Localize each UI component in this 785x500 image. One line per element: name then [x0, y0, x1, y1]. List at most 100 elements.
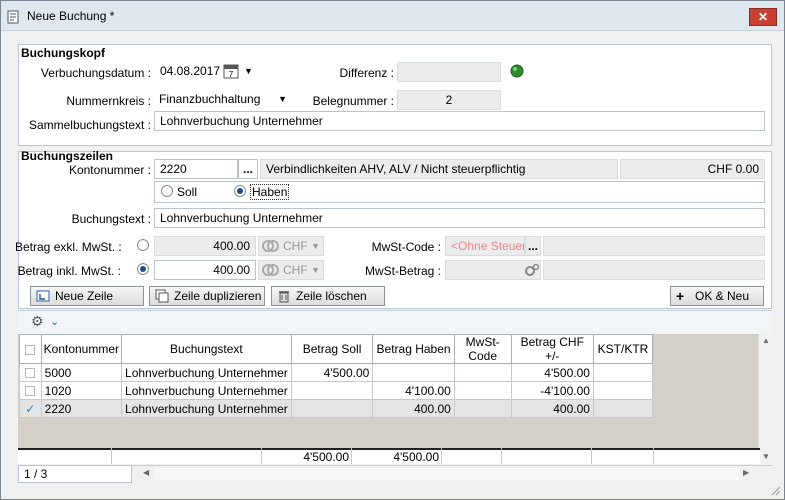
ok-neu-button[interactable]: + OK & Neu: [670, 286, 764, 306]
vertical-scrollbar[interactable]: ▲ ▼: [758, 334, 772, 464]
window-title: Neue Buchung *: [27, 9, 115, 23]
chevron-down-icon[interactable]: ▼: [244, 66, 253, 76]
soll-cell: [290, 399, 374, 418]
row-checkbox-cell[interactable]: [19, 363, 42, 382]
table-row[interactable]: 1020 Lohnverbuchung Unternehmer 4'100.00…: [19, 381, 654, 400]
konto-cell: 2220: [40, 399, 123, 418]
gear-icon[interactable]: ⚙: [31, 313, 44, 330]
totals-divider: [591, 448, 592, 464]
totals-divider: [111, 448, 112, 464]
soll-cell: [290, 381, 374, 400]
mwst-browse-button[interactable]: ...: [525, 236, 541, 256]
horizontal-scrollbar[interactable]: [154, 468, 739, 480]
betrag-exkl-field: 400.00: [154, 236, 256, 256]
mwst-code-label: MwSt-Code :: [371, 240, 441, 254]
checkbox[interactable]: [25, 368, 36, 379]
close-button[interactable]: ✕: [749, 8, 777, 26]
plus-icon: +: [676, 288, 685, 304]
title-bar: Neue Buchung * ✕: [1, 1, 784, 31]
total-soll: 4'500.00: [303, 450, 349, 464]
checkbox[interactable]: [25, 386, 36, 397]
text-cell: Lohnverbuchung Unternehmer: [121, 381, 292, 400]
belegnummer-label: Belegnummer :: [312, 94, 394, 108]
kontonummer-field[interactable]: 2220: [154, 159, 238, 179]
soll-cell: 4'500.00: [290, 363, 374, 382]
total-haben: 4'500.00: [393, 450, 439, 464]
column-header[interactable]: Betrag CHF +/-: [510, 334, 594, 364]
duplicate-icon: [155, 289, 169, 303]
table-row[interactable]: ✓ 2220 Lohnverbuchung Unternehmer 400.00…: [19, 399, 654, 418]
status-light-icon: [510, 64, 524, 78]
differenz-field: [397, 62, 501, 82]
calendar-icon[interactable]: 7: [223, 63, 239, 79]
soll-label: Soll: [177, 185, 198, 199]
scroll-right-icon[interactable]: ▶: [743, 468, 749, 477]
text-cell: Lohnverbuchung Unternehmer: [121, 363, 292, 382]
trash-icon: [279, 291, 289, 303]
kst-cell: [592, 381, 654, 400]
ok-neu-label: OK & Neu: [695, 289, 750, 303]
mwst-betrag-label: MwSt-Betrag :: [364, 264, 441, 278]
row-checkbox-cell[interactable]: [19, 381, 42, 400]
betrag-inkl-field[interactable]: 400.00: [154, 260, 256, 280]
column-header[interactable]: Betrag Soll: [290, 334, 374, 364]
konto-description: Verbindlichkeiten AHV, ALV / Nicht steue…: [260, 159, 618, 179]
totals-divider: [261, 448, 262, 464]
chevron-down-icon: ▼: [311, 265, 320, 275]
zeile-duplizieren-button[interactable]: Zeile duplizieren: [149, 286, 265, 306]
zeile-loeschen-button[interactable]: Zeile löschen: [271, 286, 385, 306]
sammelbuchungstext-label: Sammelbuchungstext :: [28, 118, 151, 132]
totals-divider: [501, 448, 502, 464]
currency-exkl-value: CHF: [283, 239, 308, 253]
kontonummer-label: Kontonummer :: [68, 163, 151, 177]
chevron-down-icon: ▼: [278, 94, 287, 104]
konto-browse-button[interactable]: ...: [238, 159, 258, 179]
zeile-loeschen-label: Zeile löschen: [296, 289, 367, 303]
row-check-icon[interactable]: ✓: [19, 399, 42, 418]
totals-divider: [441, 448, 442, 464]
kst-cell: [592, 363, 654, 382]
haben-cell: 4'100.00: [372, 381, 455, 400]
neue-zeile-label: Neue Zeile: [55, 289, 114, 303]
betrag-exkl-label: Betrag exkl. MwSt. :: [15, 240, 122, 254]
konto-cell: 5000: [40, 363, 123, 382]
haben-cell: [372, 363, 455, 382]
betrag-inkl-radio[interactable]: [137, 263, 149, 275]
mwst-cell: [453, 381, 512, 400]
text-cell: Lohnverbuchung Unternehmer: [121, 399, 292, 418]
neue-zeile-button[interactable]: Neue Zeile: [30, 286, 144, 306]
gears-icon[interactable]: [524, 262, 540, 278]
sammelbuchungstext-field[interactable]: Lohnverbuchung Unternehmer: [154, 111, 765, 131]
totals-divider: [653, 448, 654, 464]
betrag-exkl-radio[interactable]: [137, 239, 149, 251]
scroll-up-icon[interactable]: ▲: [762, 336, 770, 345]
zeile-duplizieren-label: Zeile duplizieren: [174, 289, 262, 303]
coins-icon: [262, 264, 279, 276]
checkbox[interactable]: [25, 344, 36, 355]
column-header[interactable]: Buchungstext: [121, 334, 292, 364]
scroll-down-icon[interactable]: ▼: [762, 452, 770, 461]
pager-indicator: 1 / 3: [18, 465, 132, 483]
column-header[interactable]: KST/KTR: [592, 334, 654, 364]
scroll-left-icon[interactable]: ◀: [143, 468, 149, 477]
bookings-table: Kontonummer Buchungstext Betrag Soll Bet…: [19, 334, 654, 418]
document-icon: [7, 10, 19, 24]
buchungskopf-header: Buchungskopf: [21, 46, 105, 60]
soll-radio[interactable]: [161, 185, 173, 197]
table-row[interactable]: 5000 Lohnverbuchung Unternehmer 4'500.00…: [19, 363, 654, 382]
haben-label: Haben: [250, 184, 290, 200]
nummernkreis-select[interactable]: Finanzbuchhaltung ▼: [154, 90, 290, 110]
column-header[interactable]: Kontonummer: [40, 334, 123, 364]
resize-grip-icon[interactable]: [771, 486, 781, 496]
haben-radio[interactable]: [234, 185, 246, 197]
select-all-header[interactable]: [19, 334, 42, 364]
buchungstext-field[interactable]: Lohnverbuchung Unternehmer: [154, 208, 765, 228]
nummernkreis-label: Nummernkreis :: [66, 94, 151, 108]
mwst-code-description: [543, 236, 765, 256]
column-header[interactable]: Betrag Haben: [372, 334, 455, 364]
chevron-down-icon[interactable]: ⌄: [50, 315, 59, 328]
chevron-down-icon: ▼: [311, 241, 320, 251]
svg-text:7: 7: [229, 70, 234, 79]
column-header[interactable]: MwSt-Code: [453, 334, 512, 364]
verbuchungsdatum-field[interactable]: 04.08.2017: [155, 62, 221, 82]
